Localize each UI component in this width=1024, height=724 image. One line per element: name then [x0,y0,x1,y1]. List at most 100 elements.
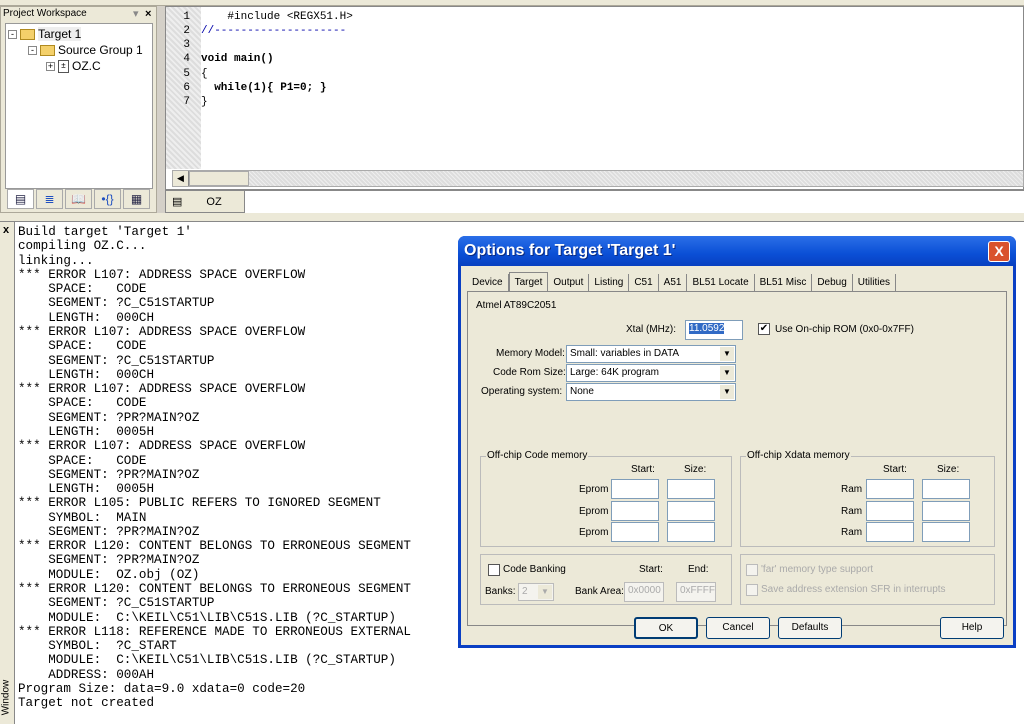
pin-icon[interactable]: ▾ [133,7,139,20]
far-memory-checkbox[interactable] [746,564,758,576]
eprom-start-input[interactable] [611,501,659,521]
target-folder-icon [20,28,35,40]
defaults-button[interactable]: Defaults [778,617,842,639]
code-rom-select[interactable]: Large: 64K program ▼ [566,364,736,382]
scrollbar-thumb[interactable] [189,171,249,186]
output-line: MODULE: C:\KEIL\C51\LIB\C51S.LIB (?C_STA… [18,653,396,668]
output-line: SEGMENT: ?C_C51STARTUP [18,353,215,368]
start-label: Start: [883,464,907,475]
tab-utilities[interactable]: Utilities [853,274,897,292]
tab-target[interactable]: Target [508,272,549,292]
tab-a51[interactable]: A51 [659,274,688,292]
ram-size-input[interactable] [922,479,970,499]
files-icon[interactable]: ▤ [7,189,34,209]
eprom-size-input[interactable] [667,479,715,499]
output-line: SEGMENT: ?PR?MAIN?OZ [18,410,200,425]
code-line: { [201,68,208,80]
help-button[interactable]: Help [940,617,1004,639]
editor-tabs: ▤ OZ [165,190,1024,213]
tab-output[interactable]: Output [548,274,590,292]
banks-select[interactable]: 2 ▼ [518,583,554,601]
code-memory-group: Off-chip Code memory Start: Size: Eprom … [480,450,732,547]
ok-button[interactable]: OK [634,617,698,639]
ram-size-input[interactable] [922,522,970,542]
xtal-input[interactable]: 11.0592 [685,320,743,340]
output-line: LENGTH: 000CH [18,367,155,382]
onchip-rom-checkbox[interactable]: ✔ [758,323,770,335]
eprom-start-input[interactable] [611,479,659,499]
tree-item-target[interactable]: - Target 1 [8,27,82,41]
tab-device[interactable]: Device [467,274,509,292]
output-line: MODULE: C:\KEIL\C51\LIB\C51S.LIB (?C_STA… [18,610,396,625]
ram-start-input[interactable] [866,501,914,521]
regs-icon[interactable]: ≣ [36,189,63,209]
code-line: #include <REGX51.H> [201,11,353,23]
start-label: Start: [639,564,663,575]
eprom-size-input[interactable] [667,501,715,521]
ram-size-input[interactable] [922,501,970,521]
close-icon[interactable]: × [145,8,151,20]
horizontal-scrollbar[interactable]: ◀ [172,170,1024,187]
xtal-value: 11.0592 [689,323,725,334]
ram-start-input[interactable] [866,479,914,499]
dialog-tabs: Device Target Output Listing C51 A51 BL51 Loca… [467,272,897,292]
bank-end-input[interactable]: 0xFFFF [676,582,716,602]
far-memory-label: 'far' memory type support [761,564,874,575]
output-line: SYMBOL: MAIN [18,510,147,525]
target-panel: Atmel AT89C2051 Xtal (MHz): 11.0592 ✔ Us… [467,291,1007,626]
eprom-label: Eprom [579,506,609,517]
tree-item-source-group[interactable]: - Source Group 1 [28,43,143,57]
tab-bl51-locate[interactable]: BL51 Locate [687,274,755,292]
size-label: Size: [684,464,707,475]
collapse-icon[interactable]: - [8,29,17,39]
scroll-left-icon[interactable]: ◀ [173,171,189,186]
expand-icon[interactable]: + [46,61,55,71]
tab-oz[interactable]: ▤ OZ [165,191,245,213]
select-value: 2 [522,586,528,597]
tab-debug[interactable]: Debug [812,274,853,292]
chevron-down-icon: ▼ [720,385,734,399]
eprom-size-input[interactable] [667,522,715,542]
code-editor[interactable]: 1 2 3 4 5 6 7 #include <REGX51.H> //----… [165,6,1024,190]
tab-bl51-misc[interactable]: BL51 Misc [755,274,813,292]
line-number: 7 [183,96,190,108]
tab-listing[interactable]: Listing [589,274,630,292]
output-line: ADDRESS: 000AH [18,667,155,682]
output-line: *** ERROR L107: ADDRESS SPACE OVERFLOW [18,267,306,282]
code-line: void main() [201,53,274,65]
far-memory-group: 'far' memory type support Save address e… [740,554,995,605]
output-line: SPACE: CODE [18,453,147,468]
output-line: Build target 'Target 1' [18,225,192,239]
group-title: Off-chip Xdata memory [746,450,851,461]
chevron-down-icon: ▼ [720,347,734,361]
memory-model-select[interactable]: Small: variables in DATA ▼ [566,345,736,363]
save-sfr-checkbox[interactable] [746,584,758,596]
output-line: SYMBOL: ?C_START [18,639,177,654]
tree-label: OZ.C [72,59,101,73]
eprom-start-input[interactable] [611,522,659,542]
workspace-tabs: ▤ ≣ 📖 •{} ▦ [5,189,153,211]
code-rom-label: Code Rom Size: [493,367,566,378]
close-icon[interactable]: x [3,224,9,236]
close-icon[interactable]: X [988,241,1010,262]
code-banking-checkbox[interactable] [488,564,500,576]
ram-start-input[interactable] [866,522,914,542]
code-line: } [201,96,208,108]
window-label: Window [0,679,12,716]
output-line: SEGMENT: ?PR?MAIN?OZ [18,467,200,482]
bank-start-input[interactable]: 0x0000 [624,582,664,602]
tab-c51[interactable]: C51 [629,274,659,292]
cancel-button[interactable]: Cancel [706,617,770,639]
output-line: *** ERROR L107: ADDRESS SPACE OVERFLOW [18,382,306,397]
os-select[interactable]: None ▼ [566,383,736,401]
functions-icon[interactable]: •{} [94,189,121,209]
collapse-icon[interactable]: - [28,45,37,55]
books-icon[interactable]: 📖 [65,189,92,209]
memory-model-label: Memory Model: [496,348,565,359]
templates-icon[interactable]: ▦ [123,189,150,209]
dialog-title-bar[interactable]: Options for Target 'Target 1' X [458,236,1016,266]
splitter[interactable] [0,213,1024,222]
output-line: LENGTH: 000CH [18,310,155,325]
tree-item-file[interactable]: + ± OZ.C [46,59,101,73]
output-line: LENGTH: 0005H [18,424,155,439]
